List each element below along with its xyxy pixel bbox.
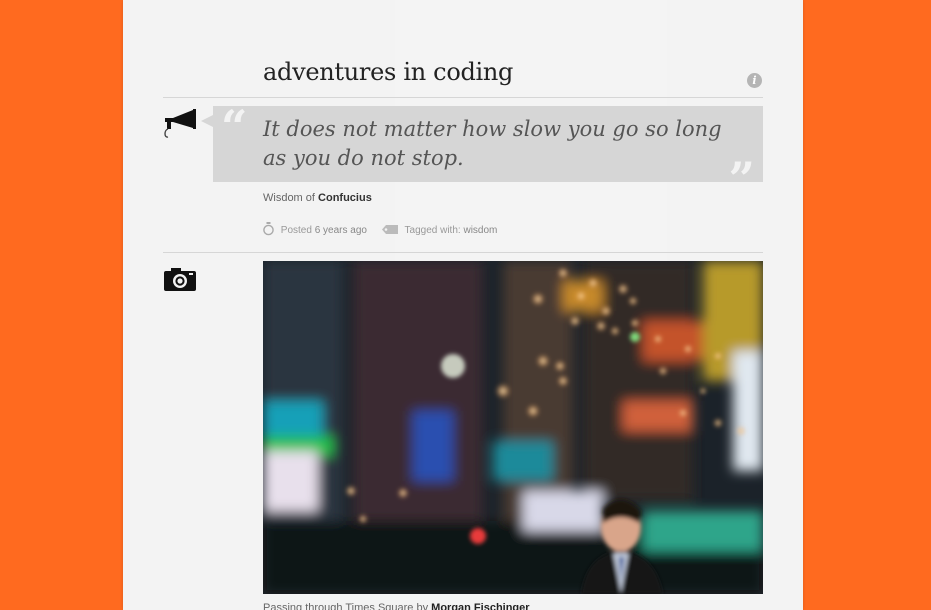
quote-box: “ It does not matter how slow you go so …: [201, 100, 763, 202]
post-meta: Posted 6 years ago Tagged with: wisdom: [263, 222, 497, 239]
tagged-label: Tagged with:: [404, 225, 461, 236]
close-quote-mark: ”: [728, 152, 755, 206]
street-photo[interactable]: [263, 261, 763, 594]
posted-label: Posted: [280, 225, 312, 236]
photo-caption: Passing through Times Square by Morgan F…: [263, 602, 530, 610]
tag-icon: [381, 224, 398, 237]
clock-icon: [263, 222, 274, 239]
divider: [163, 252, 763, 253]
street-photo-image: [263, 261, 763, 594]
source-name[interactable]: Confucius: [318, 192, 372, 204]
open-quote-mark: “: [221, 100, 248, 154]
info-icon[interactable]: i: [747, 73, 762, 88]
camera-icon: [164, 268, 196, 291]
divider: [163, 97, 763, 98]
quote-pointer: [201, 115, 213, 127]
caption-author[interactable]: Morgan Fischinger: [431, 602, 529, 610]
quote-text: It does not matter how slow you go so lo…: [263, 117, 722, 170]
blog-page: adventures in coding i “ It does not mat…: [123, 0, 803, 610]
posted-time-link[interactable]: 6 years ago: [315, 225, 367, 236]
source-prefix: Wisdom of: [263, 192, 315, 204]
blog-title[interactable]: adventures in coding: [263, 58, 513, 86]
megaphone-icon: [164, 109, 196, 138]
quote-source: Wisdom of Confucius: [263, 192, 372, 204]
caption-prefix: Passing through Times Square by: [263, 602, 429, 610]
tag-link-wisdom[interactable]: wisdom: [463, 225, 497, 236]
